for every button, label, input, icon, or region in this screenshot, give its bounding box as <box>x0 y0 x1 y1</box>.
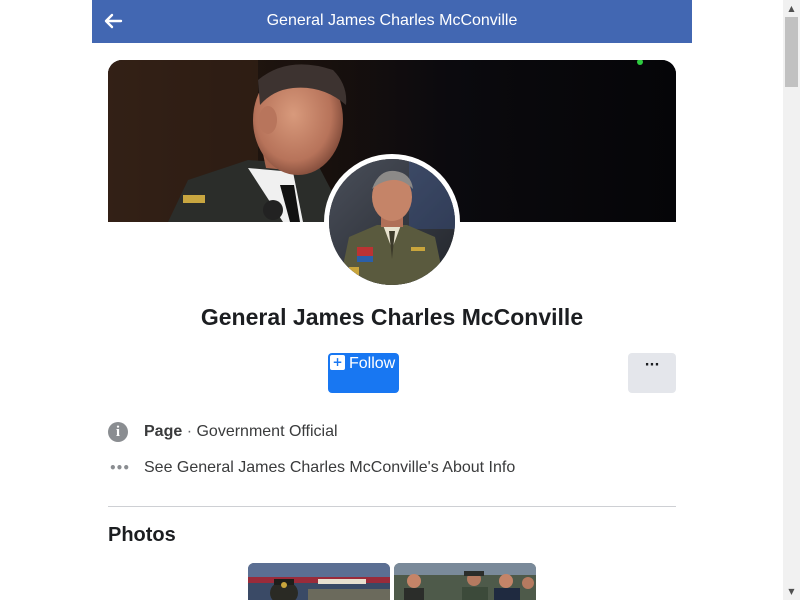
follow-button[interactable]: + Follow <box>328 353 399 393</box>
vertical-scrollbar[interactable]: ▲ ▼ <box>783 0 800 600</box>
about-info-link[interactable]: ••• See General James Charles McConville… <box>108 458 676 482</box>
profile-picture-ring <box>324 154 460 290</box>
page-title: General James Charles McConville <box>266 12 518 29</box>
category-row: i Page · Government Official <box>108 422 676 446</box>
profile-name: General James Charles McConville <box>200 304 584 330</box>
more-dots-icon: ··· <box>644 358 660 373</box>
photo-image <box>394 563 536 600</box>
photos-heading: Photos <box>108 524 176 546</box>
follow-label: Follow <box>349 355 396 372</box>
section-divider <box>108 506 676 507</box>
scroll-down-arrow-icon[interactable]: ▼ <box>783 583 800 600</box>
scroll-up-arrow-icon[interactable]: ▲ <box>783 0 800 17</box>
photo-thumbnail[interactable] <box>248 563 390 600</box>
plus-icon: + <box>330 355 345 370</box>
photo-thumbnail[interactable] <box>394 563 536 600</box>
ellipsis-icon: ••• <box>109 461 130 475</box>
avatar[interactable] <box>329 159 455 285</box>
info-icon: i <box>108 422 128 442</box>
about-info-text: See General James Charles McConville's A… <box>144 459 516 476</box>
top-bar: General James Charles McConville <box>92 0 692 43</box>
avatar-image <box>329 159 455 285</box>
category-separator: · <box>182 423 197 440</box>
photo-image <box>248 563 390 600</box>
page: General James Charles McConville General… <box>0 0 800 600</box>
category-value: Government Official <box>196 423 338 440</box>
more-options-button[interactable]: ··· <box>628 353 676 393</box>
category-text: Page · Government Official <box>144 423 338 441</box>
category-type: Page <box>144 423 183 440</box>
scroll-thumb[interactable] <box>785 17 798 87</box>
